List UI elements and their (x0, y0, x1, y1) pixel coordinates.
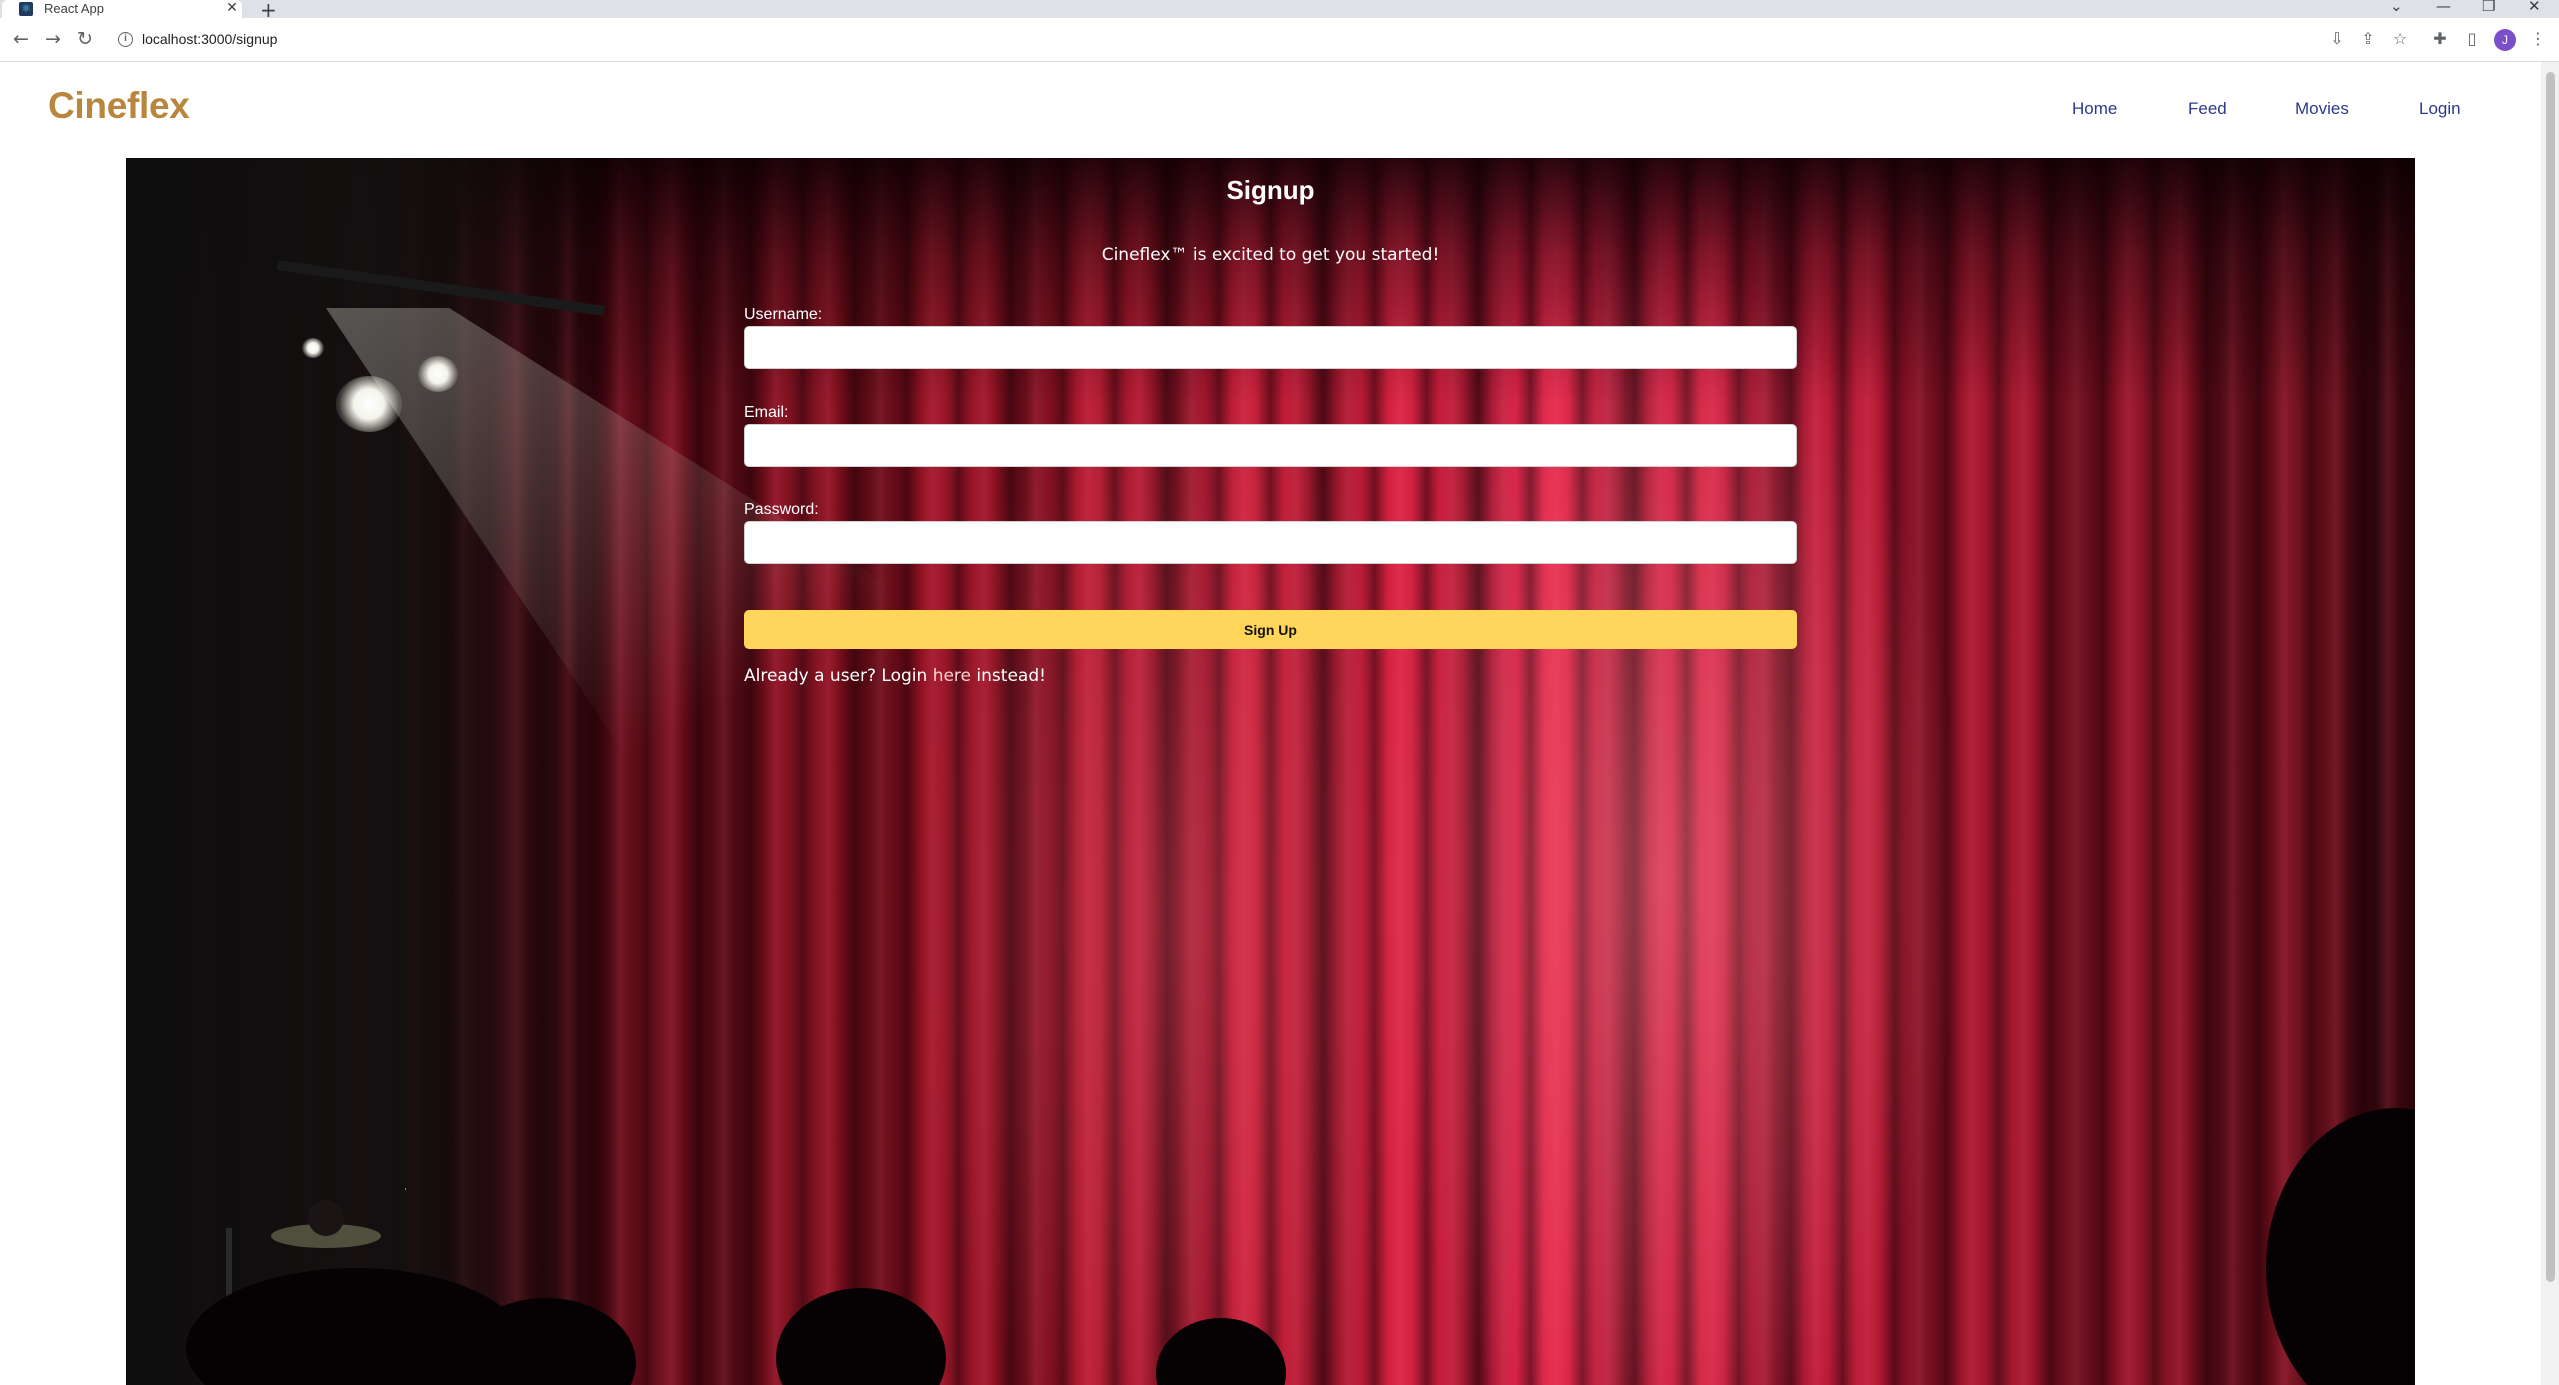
forward-arrow-icon[interactable]: → (40, 26, 66, 52)
browser-toolbar: ← → ↻ i localhost:3000/signup ⇩ ⇪ ☆ ✚ ▯ … (0, 18, 2559, 62)
username-label: Username: (744, 306, 823, 323)
login-prompt: Already a user? Login here instead! (744, 666, 1046, 686)
email-input[interactable] (744, 424, 1797, 467)
restore-icon[interactable]: ❐ (2482, 0, 2495, 15)
profile-avatar[interactable]: J (2494, 29, 2516, 51)
scrollbar-thumb[interactable] (2546, 72, 2555, 1282)
install-app-icon[interactable]: ⇩ (2325, 27, 2349, 51)
reload-icon[interactable]: ↻ (72, 26, 98, 52)
audience-head (1156, 1318, 1286, 1385)
tab-search-icon[interactable]: ⌄ (2390, 0, 2403, 15)
spotlight-icon (418, 356, 458, 392)
signup-title: Signup (1226, 175, 1315, 205)
login-prompt-text: Already a user? Login (744, 666, 933, 686)
login-prompt-text-end: instead! (971, 666, 1046, 686)
email-label: Email: (744, 404, 789, 421)
share-icon[interactable]: ⇪ (2356, 27, 2380, 51)
info-icon[interactable]: i (118, 32, 133, 47)
spotlight-icon (302, 338, 324, 358)
side-panel-icon[interactable]: ▯ (2460, 27, 2484, 51)
app-navbar: Cineflex Home Feed Movies Login (0, 62, 2541, 158)
back-arrow-icon[interactable]: ← (8, 26, 34, 52)
kebab-menu-icon[interactable]: ⋮ (2526, 27, 2550, 51)
url-text[interactable]: localhost:3000/signup (142, 31, 277, 47)
signup-hero: Signup Cineflex™ is excited to get you s… (126, 158, 2415, 1385)
login-here-link[interactable]: here (933, 666, 971, 686)
audience-head (776, 1288, 946, 1385)
close-window-icon[interactable]: ✕ (2528, 0, 2541, 15)
puzzle-icon[interactable]: ✚ (2428, 27, 2452, 51)
username-input[interactable] (744, 326, 1797, 369)
spotlight-icon (336, 376, 402, 432)
nav-link-feed[interactable]: Feed (2188, 99, 2227, 119)
nav-link-login[interactable]: Login (2419, 99, 2461, 119)
star-icon[interactable]: ☆ (2388, 27, 2412, 51)
close-tab-icon[interactable]: ✕ (224, 0, 240, 16)
password-label: Password: (744, 501, 819, 518)
page-scrollbar[interactable] (2541, 62, 2559, 1385)
minimize-icon[interactable]: — (2436, 0, 2451, 15)
tab-title: React App (44, 1, 104, 16)
audience-silhouettes (126, 1108, 2415, 1385)
signup-subtitle: Cineflex™ is excited to get you started! (1101, 245, 1440, 265)
sign-up-button[interactable]: Sign Up (744, 610, 1797, 649)
browser-tab-strip: ⚛ React App ✕ + ⌄ — ❐ ✕ (0, 0, 2559, 22)
brand-logo[interactable]: Cineflex (48, 85, 190, 127)
address-bar[interactable]: i localhost:3000/signup (108, 23, 2308, 57)
react-favicon-icon: ⚛ (19, 2, 33, 16)
page-viewport: Cineflex Home Feed Movies Login Signup C… (0, 62, 2541, 1385)
nav-link-home[interactable]: Home (2072, 99, 2117, 119)
browser-tab[interactable]: ⚛ React App ✕ (2, 0, 242, 18)
password-input[interactable] (744, 521, 1797, 564)
nav-link-movies[interactable]: Movies (2295, 99, 2349, 119)
